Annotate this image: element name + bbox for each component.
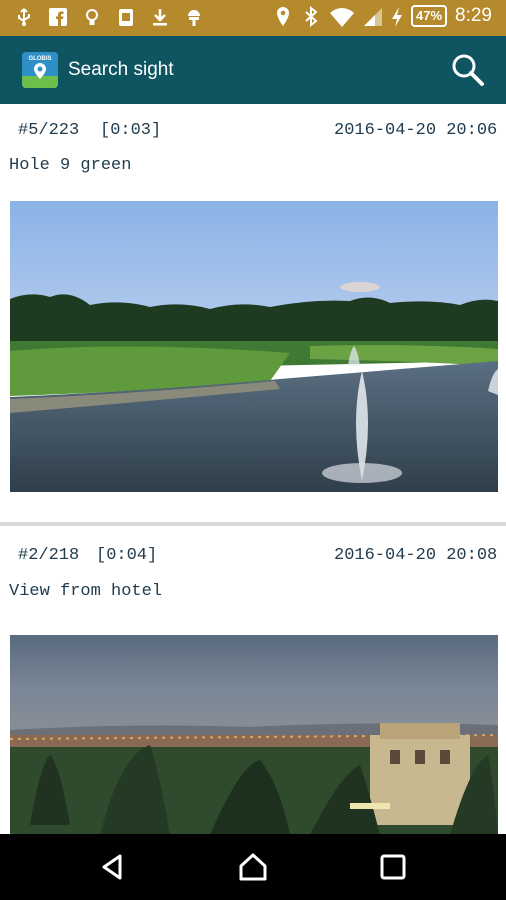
navigation-bar [0, 834, 506, 900]
app-title: Search sight [68, 59, 174, 80]
android-icon [184, 7, 204, 27]
battery-indicator: 47% [410, 5, 448, 27]
post-timestamp: 2016-04-20 20:06 [334, 121, 498, 140]
post-duration: [0:03] [100, 121, 162, 140]
app-bar: GLOBIS Search sight [0, 36, 506, 104]
charging-icon [391, 6, 403, 27]
post-photo[interactable] [10, 635, 498, 834]
clipboard-icon [116, 7, 136, 27]
post-id: #2/218 [18, 546, 80, 565]
home-icon[interactable] [238, 852, 268, 882]
post-photo[interactable] [10, 201, 498, 492]
post-caption: Hole 9 green [9, 156, 132, 175]
post-timestamp: 2016-04-20 20:08 [334, 546, 498, 565]
bluetooth-icon [301, 5, 321, 28]
results-list[interactable]: #5/223 [0:03] 2016-04-20 20:06 Hole 9 gr… [0, 104, 506, 834]
post-id: #5/223 [18, 121, 80, 140]
download-icon [150, 7, 170, 27]
usb-icon [14, 7, 34, 27]
post-caption: View from hotel [9, 582, 163, 601]
recents-icon[interactable] [378, 852, 408, 882]
status-bar: 47% 8:29 [0, 0, 506, 36]
search-icon[interactable] [448, 50, 488, 90]
post-duration: [0:04] [96, 546, 158, 565]
status-time: 8:29 [455, 5, 492, 26]
wifi-icon [329, 6, 355, 27]
list-item[interactable]: #5/223 [0:03] 2016-04-20 20:06 Hole 9 gr… [0, 104, 506, 522]
svg-text:GLOBIS: GLOBIS [28, 56, 51, 62]
signal-icon [363, 6, 383, 26]
location-icon [273, 6, 293, 26]
list-item[interactable]: #2/218 [0:04] 2016-04-20 20:08 View from… [0, 526, 506, 834]
app-logo: GLOBIS [22, 52, 58, 88]
lightbulb-icon [82, 7, 102, 27]
facebook-icon [48, 7, 68, 27]
back-icon[interactable] [98, 852, 128, 882]
